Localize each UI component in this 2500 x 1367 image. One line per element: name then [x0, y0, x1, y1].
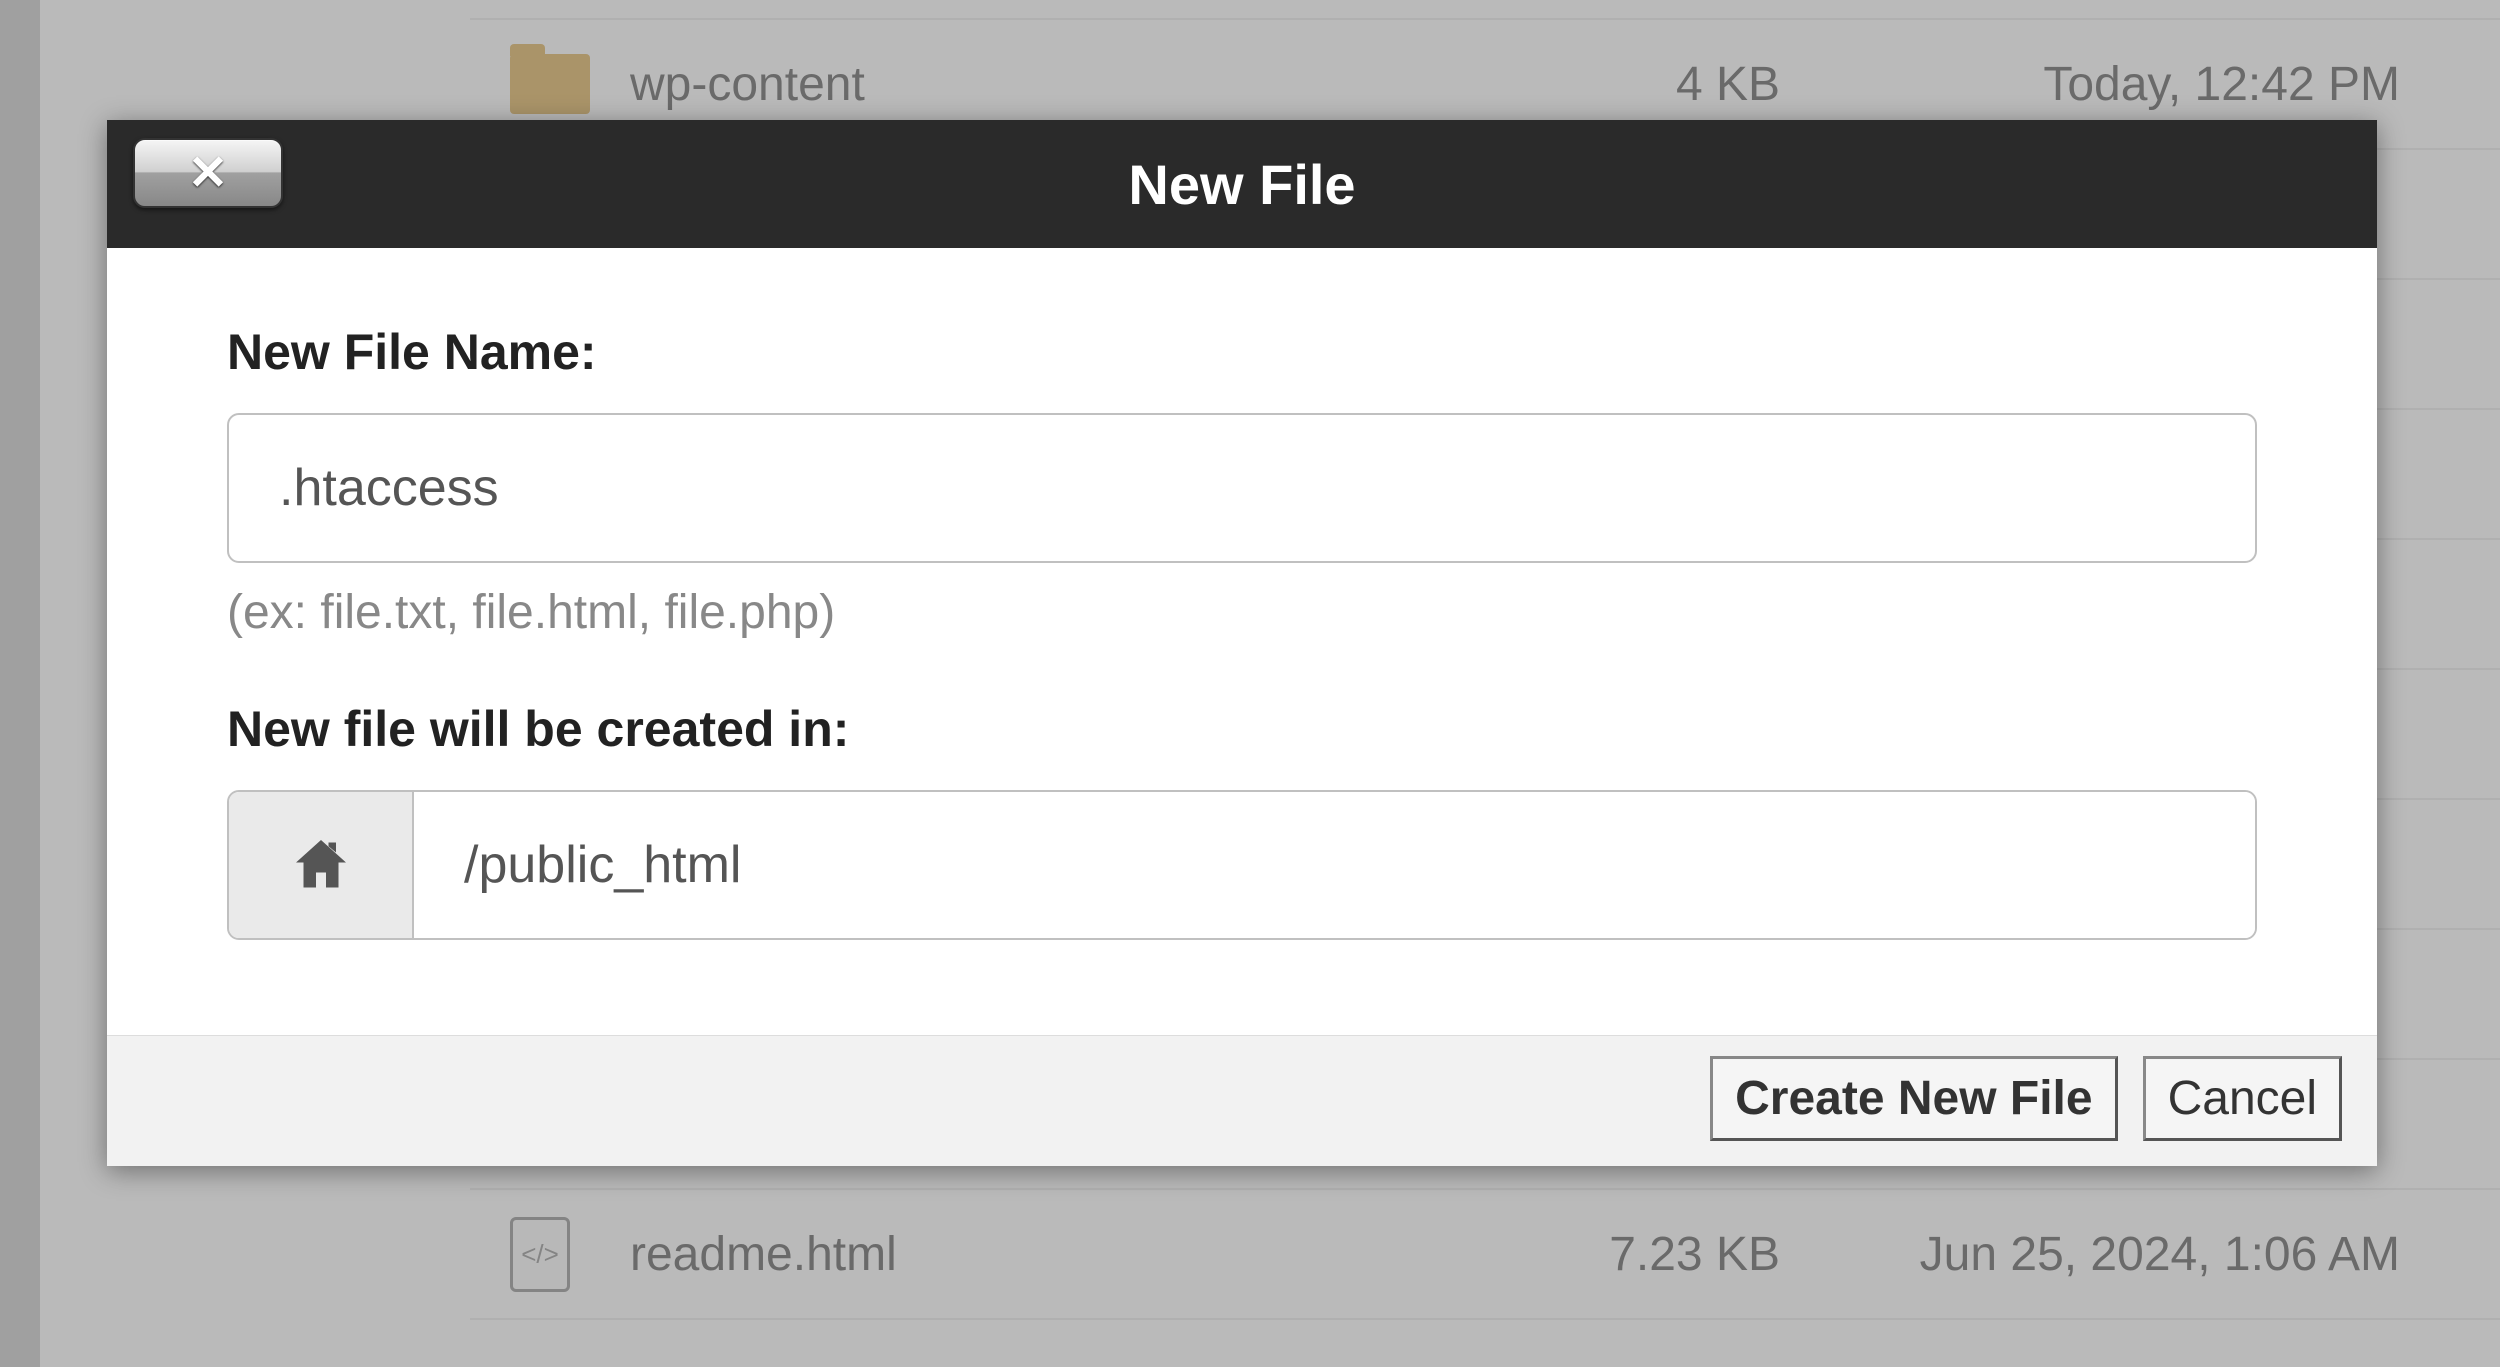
modal-body: New File Name: (ex: file.txt, file.html,…	[107, 248, 2377, 1035]
home-icon	[286, 835, 356, 895]
modal-header: ✕ New File	[107, 120, 2377, 248]
modal-title: New File	[107, 152, 2377, 217]
path-input[interactable]	[414, 792, 2255, 938]
home-button[interactable]	[229, 792, 414, 938]
new-file-modal: ✕ New File New File Name: (ex: file.txt,…	[107, 120, 2377, 1166]
path-input-group	[227, 790, 2257, 940]
filename-input[interactable]	[227, 413, 2257, 563]
modal-footer: Create New File Cancel	[107, 1035, 2377, 1166]
filename-helper-text: (ex: file.txt, file.html, file.php)	[227, 585, 2257, 640]
close-icon: ✕	[188, 145, 228, 201]
close-button[interactable]: ✕	[133, 138, 283, 208]
cancel-button[interactable]: Cancel	[2143, 1056, 2342, 1141]
create-file-button[interactable]: Create New File	[1710, 1056, 2117, 1141]
location-label: New file will be created in:	[227, 700, 2257, 758]
filename-label: New File Name:	[227, 323, 2257, 381]
